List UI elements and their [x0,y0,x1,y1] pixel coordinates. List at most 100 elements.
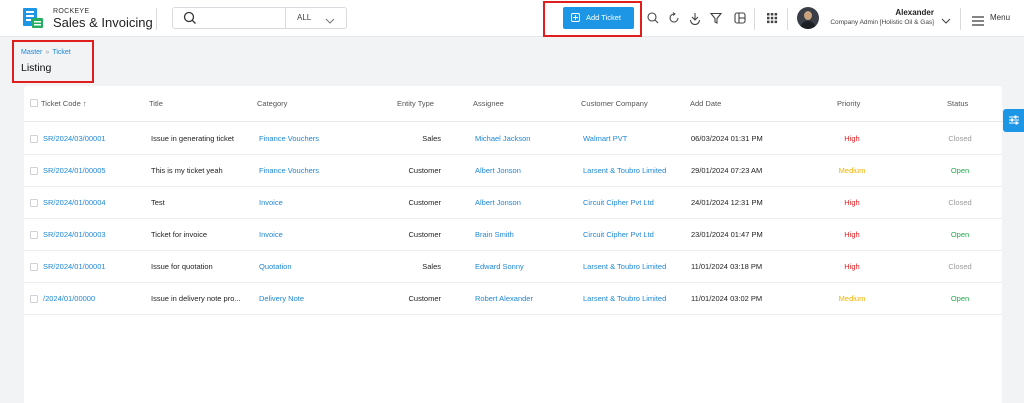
table-row[interactable]: /2024/01/00000 Issue in delivery note pr… [24,283,1002,315]
ticket-code-link[interactable]: SR/2024/01/00001 [43,262,106,271]
user-name[interactable]: Alexander [830,8,934,17]
search-divider [285,8,286,28]
ticket-code-link[interactable]: SR/2024/03/00001 [43,134,106,143]
row-checkbox[interactable] [30,199,38,207]
row-checkbox[interactable] [30,263,38,271]
category-link[interactable]: Delivery Note [259,294,304,303]
breadcrumb: Master» Ticket [21,49,71,56]
column-header-category[interactable]: Category [257,99,287,108]
search-input[interactable] [203,10,283,26]
ticket-title: Test [151,198,165,207]
add-date: 29/01/2024 07:23 AM [691,166,763,175]
status-badge: Closed [948,198,972,207]
customer-company-link[interactable]: Larsent & Toubro Limited [583,166,666,175]
add-date: 11/01/2024 03:02 PM [691,294,763,303]
customer-company-link[interactable]: Circuit Cipher Pvt Ltd [583,230,654,239]
row-checkbox[interactable] [30,135,38,143]
status-badge: Closed [948,134,972,143]
entity-type: Customer [408,294,441,303]
assignee-link[interactable]: Michael Jackson [475,134,530,143]
ticket-code-link[interactable]: /2024/01/00000 [43,294,95,303]
sort-arrow-icon[interactable]: ↑ [83,99,87,108]
chevron-down-icon[interactable] [941,13,951,24]
assignee-link[interactable]: Robert Alexander [475,294,533,303]
filter-panel-toggle[interactable] [1003,109,1024,132]
hamburger-menu-icon[interactable] [972,13,984,26]
customer-company-link[interactable]: Larsent & Toubro Limited [583,294,666,303]
top-bar: ROCKEYE Sales & Invoicing ALL Add Ticket [0,0,1024,37]
customer-company-link[interactable]: Circuit Cipher Pvt Ltd [583,198,654,207]
column-header-entity-type[interactable]: Entity Type [397,99,434,108]
page-title: Listing [21,62,52,74]
add-date: 06/03/2024 01:31 PM [691,134,763,143]
category-link[interactable]: Finance Vouchers [259,134,319,143]
assignee-link[interactable]: Albert Jonson [475,166,521,175]
ticket-code-link[interactable]: SR/2024/01/00005 [43,166,106,175]
category-link[interactable]: Finance Vouchers [259,166,319,175]
add-ticket-label: Add Ticket [586,13,622,22]
search-icon [183,11,197,25]
ticket-title: Issue in generating ticket [151,134,234,143]
breadcrumb-item-master[interactable]: Master [21,49,42,56]
table-row[interactable]: SR/2024/01/00003 Ticket for invoice Invo… [24,219,1002,251]
table-row[interactable]: SR/2024/01/00004 Test Invoice Customer A… [24,187,1002,219]
entity-type: Sales [422,134,441,143]
customer-company-link[interactable]: Larsent & Toubro Limited [583,262,666,271]
entity-type: Customer [408,198,441,207]
column-header-ticket-code[interactable]: Ticket Code ↑ [41,99,87,108]
refresh-icon[interactable] [667,11,681,25]
status-badge: Open [950,294,970,303]
table-row[interactable]: SR/2024/01/00001 Issue for quotation Quo… [24,251,1002,283]
filter-icon[interactable] [709,11,723,25]
ticket-code-link[interactable]: SR/2024/01/00004 [43,198,106,207]
apps-grid-icon[interactable] [765,11,779,25]
header-divider [787,8,788,30]
column-header-priority[interactable]: Priority [837,99,860,108]
table-row[interactable]: SR/2024/01/00005 This is my ticket yeah … [24,155,1002,187]
header-divider [754,8,755,30]
row-checkbox[interactable] [30,231,38,239]
customer-company-link[interactable]: Walmart PVT [583,134,627,143]
download-icon[interactable] [688,11,702,26]
column-header-title[interactable]: Title [149,99,163,108]
entity-type: Sales [422,262,441,271]
select-all-checkbox[interactable] [30,99,38,107]
priority-badge: Medium [838,294,866,303]
user-role: Company Admin [Holistic Oil & Gas] [830,19,934,26]
search-scope-select[interactable]: ALL [297,13,311,22]
column-header-status[interactable]: Status [947,99,968,108]
ticket-code-link[interactable]: SR/2024/01/00003 [43,230,106,239]
assignee-link[interactable]: Edward Sonny [475,262,524,271]
breadcrumb-item-ticket[interactable]: Ticket [52,49,70,56]
table-header-row: Ticket Code ↑ Title Category Entity Type… [24,86,1002,122]
assignee-link[interactable]: Albert Jonson [475,198,521,207]
priority-badge: High [844,230,860,239]
category-link[interactable]: Quotation [259,262,292,271]
chevron-down-icon[interactable] [325,13,335,24]
ticket-title: Issue in delivery note pro... [151,294,241,303]
assignee-link[interactable]: Brain Smith [475,230,514,239]
column-header-assignee[interactable]: Assignee [473,99,504,108]
ticket-table-panel: Ticket Code ↑ Title Category Entity Type… [24,86,1002,403]
ticket-title: This is my ticket yeah [151,166,223,175]
category-link[interactable]: Invoice [259,230,283,239]
add-ticket-button[interactable]: Add Ticket [563,7,634,29]
column-header-add-date[interactable]: Add Date [690,99,721,108]
category-link[interactable]: Invoice [259,198,283,207]
status-badge: Closed [948,262,972,271]
priority-badge: High [844,134,860,143]
columns-icon[interactable] [733,11,747,25]
brand-app-name: Sales & Invoicing [53,15,153,30]
ticket-title: Ticket for invoice [151,230,207,239]
column-header-customer-company[interactable]: Customer Company [581,99,648,108]
rockeye-logo-icon[interactable] [22,6,44,30]
menu-label[interactable]: Menu [990,13,1010,22]
table-row[interactable]: SR/2024/03/00001 Issue in generating tic… [24,123,1002,155]
search-icon[interactable] [646,11,660,25]
row-checkbox[interactable] [30,167,38,175]
sliders-icon [1009,115,1019,125]
row-checkbox[interactable] [30,295,38,303]
status-badge: Open [950,166,970,175]
priority-badge: High [844,262,860,271]
add-date: 24/01/2024 12:31 PM [691,198,763,207]
